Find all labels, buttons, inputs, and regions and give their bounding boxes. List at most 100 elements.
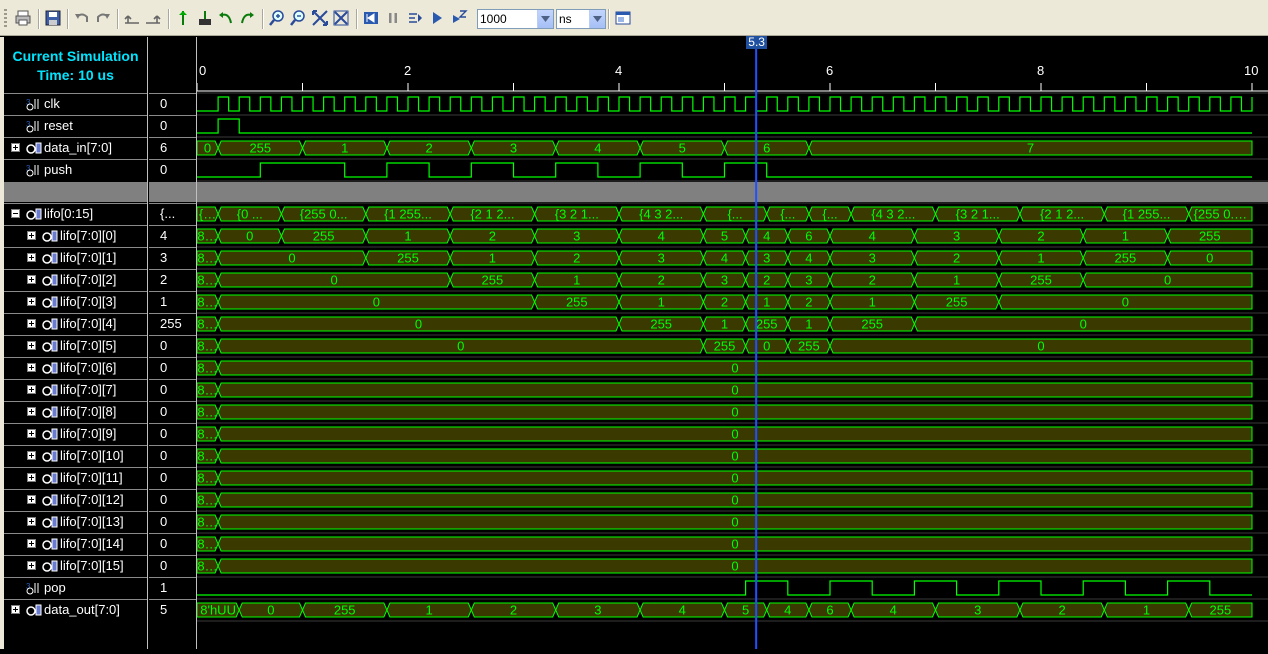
bus-segment-value: 1 <box>721 317 728 332</box>
run-icon[interactable] <box>427 8 447 28</box>
bus-segment-value: 255 <box>1209 603 1231 618</box>
save-icon[interactable] <box>43 8 63 28</box>
expand-icon[interactable] <box>27 275 36 284</box>
signal-value-row: 1 <box>149 291 196 313</box>
expand-icon[interactable] <box>27 517 36 526</box>
expand-icon[interactable] <box>27 429 36 438</box>
step-icon[interactable] <box>405 8 425 28</box>
signal-row[interactable]: lifo[7:0][11] <box>4 467 147 489</box>
redo-history-icon[interactable] <box>143 8 163 28</box>
zoom-out-icon[interactable] <box>288 8 308 28</box>
signal-value: 2 <box>160 272 168 287</box>
expand-icon[interactable] <box>27 473 36 482</box>
signal-row[interactable]: lifo[7:0][12] <box>4 489 147 511</box>
toolbar-grip[interactable] <box>4 9 7 29</box>
signal-row[interactable]: lifo[7:0][7] <box>4 379 147 401</box>
waveform-panel[interactable]: 0 2 4 6 8 10 0 255 1 2 3 4 5 6 7 {… {0 ... {255 0... {1 25… <box>196 37 1268 649</box>
bus-segment-value: 8… <box>197 361 217 376</box>
zoom-full-icon[interactable] <box>331 8 351 28</box>
zoom-fit-icon[interactable] <box>310 8 330 28</box>
find-marker-icon[interactable] <box>195 8 215 28</box>
undo-icon[interactable] <box>72 8 92 28</box>
bus-segment-value: 5 <box>721 229 728 244</box>
signal-row[interactable]: lifo[7:0][6] <box>4 357 147 379</box>
expand-icon[interactable] <box>27 561 36 570</box>
expand-icon[interactable] <box>27 407 36 416</box>
bus-segment-value: 4 <box>784 603 791 618</box>
signal-row[interactable]: lifo[7:0][10] <box>4 445 147 467</box>
bus-segment-value: {3 2 1... <box>956 207 1000 222</box>
signal-row[interactable]: lifo[7:0][9] <box>4 423 147 445</box>
expand-icon[interactable] <box>27 319 36 328</box>
signal-value-row: 0 <box>149 357 196 379</box>
run-time-value[interactable] <box>480 11 536 27</box>
run-for-icon[interactable] <box>449 8 469 28</box>
expand-icon[interactable] <box>11 605 20 614</box>
signal-trace <box>197 96 1253 112</box>
expand-icon[interactable] <box>27 363 36 372</box>
signal-row[interactable]: lifo[0:15] <box>4 203 147 225</box>
bus-segment-value: {4 3 2... <box>871 207 915 222</box>
signal-row[interactable]: lifo[7:0][1] <box>4 247 147 269</box>
signal-value-row: 1 <box>149 577 196 599</box>
signal-row[interactable]: lifo[7:0][15] <box>4 555 147 577</box>
signal-row[interactable]: lifo[7:0][8] <box>4 401 147 423</box>
expand-icon[interactable] <box>27 385 36 394</box>
expand-icon[interactable] <box>27 451 36 460</box>
signal-value: 4 <box>160 228 168 243</box>
signal-row[interactable]: data_out[7:0] <box>4 599 147 621</box>
waveform-canvas[interactable]: 0 2 4 6 8 100 255 1 2 3 4 5 6 7{… {0 ... {255 0... {1 25… <box>196 37 1268 649</box>
signal-row[interactable]: lifo[7:0][5] <box>4 335 147 357</box>
expand-icon[interactable] <box>27 341 36 350</box>
bus-signal-icon <box>42 383 58 397</box>
signal-row[interactable]: lifo[7:0][14] <box>4 533 147 555</box>
expand-icon[interactable] <box>27 495 36 504</box>
signal-row[interactable]: 3 push <box>4 159 147 181</box>
bus-segment-value: 255 <box>861 317 883 332</box>
units-select[interactable]: ns <box>556 9 606 29</box>
run-time-input[interactable] <box>477 9 554 29</box>
run-time-dropdown-icon[interactable] <box>537 10 553 28</box>
expand-icon[interactable] <box>11 143 20 152</box>
next-marker-icon[interactable] <box>237 8 257 28</box>
bus-segment-value: 3 <box>573 229 580 244</box>
signal-row[interactable]: 3 clk <box>4 93 147 115</box>
undo-history-icon[interactable] <box>122 8 142 28</box>
restart-icon[interactable] <box>361 8 381 28</box>
signal-row[interactable]: 3 pop <box>4 577 147 599</box>
ruler-tick-label: 6 <box>826 63 833 78</box>
redo-icon[interactable] <box>93 8 113 28</box>
bus-segment-value: 255 <box>313 229 335 244</box>
signal-row[interactable]: lifo[7:0][3] <box>4 291 147 313</box>
collapse-icon[interactable] <box>11 209 20 218</box>
signal-row[interactable]: lifo[7:0][13] <box>4 511 147 533</box>
signal-value: 0 <box>160 360 168 375</box>
expand-icon[interactable] <box>27 231 36 240</box>
expand-icon[interactable] <box>27 539 36 548</box>
units-value: ns <box>559 12 572 26</box>
signal-value-row: 0 <box>149 445 196 467</box>
bus-segment-value: 4 <box>763 229 770 244</box>
bus-segment-value: 0 <box>763 339 770 354</box>
signal-value: 5 <box>160 602 168 617</box>
zoom-in-icon[interactable] <box>267 8 287 28</box>
print-icon[interactable] <box>13 8 33 28</box>
signal-row[interactable]: lifo[7:0][2] <box>4 269 147 291</box>
previous-marker-icon[interactable] <box>216 8 236 28</box>
bus-segment-value: 1 <box>763 295 770 310</box>
signal-row[interactable]: 3 reset <box>4 115 147 137</box>
cursor-time-label[interactable]: 5.3 <box>746 36 768 49</box>
float-window-icon[interactable] <box>613 8 633 28</box>
pause-icon[interactable] <box>383 8 403 28</box>
signal-row[interactable]: lifo[7:0][0] <box>4 225 147 247</box>
bus-segment-value: 0 <box>1037 339 1044 354</box>
units-dropdown-icon[interactable] <box>589 10 605 28</box>
signal-row[interactable]: lifo[7:0][4] <box>4 313 147 335</box>
add-marker-icon[interactable] <box>173 8 193 28</box>
expand-icon[interactable] <box>27 253 36 262</box>
signal-row[interactable]: data_in[7:0] <box>4 137 147 159</box>
expand-icon[interactable] <box>27 297 36 306</box>
toolbar: ns <box>0 0 1268 36</box>
bus-segment-value: 255 <box>714 339 736 354</box>
signal-name: lifo[7:0][9] <box>60 426 117 441</box>
